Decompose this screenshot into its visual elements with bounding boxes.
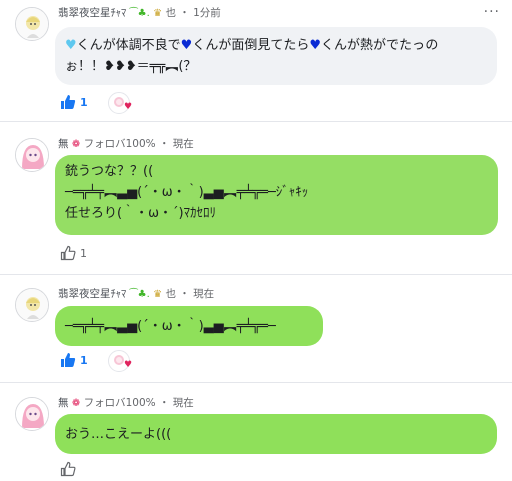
timestamp: 1分前 [193, 7, 221, 19]
crown-icon: ♛ [153, 289, 163, 300]
like-thumb-icon[interactable] [60, 94, 76, 110]
separator: ・ [158, 397, 170, 409]
text-segment: くんが面倒見てたら [192, 38, 310, 53]
comment-line-2: ぉ！！❥❥❥＝╤╦︻(？ [65, 59, 197, 74]
comment-3: 翡翠夜空星ﾁｬﾏ ⁀♣. ♛ 也 ・ 現在 ─═╦╧╤︻▃▅(´・ω・｀)▃▅︻… [0, 275, 512, 380]
author-suffix: フォロバ100% [83, 397, 156, 409]
like-thumb-icon[interactable] [60, 245, 76, 261]
avatar[interactable] [15, 397, 49, 431]
heart-reaction-icon: ♥ [124, 360, 133, 370]
flower-icon: ⁀♣. [129, 289, 150, 300]
comment-meta: 無 ❁ フォロバ100% ・ 現在 [58, 395, 194, 410]
comment-bubble: おう…こえーよ((( [55, 414, 497, 454]
comment-meta: 翡翠夜空星ﾁｬﾏ ⁀♣. ♛ 也 ・ 1分前 [58, 5, 221, 20]
like-thumb-icon[interactable] [60, 352, 76, 368]
avatar[interactable] [15, 138, 49, 172]
text-segment: くんが体調不良で [76, 38, 181, 53]
comment-1: 翡翠夜空星ﾁｬﾏ ⁀♣. ♛ 也 ・ 1分前 ··· ♥くんが体調不良で♥くんが… [0, 0, 512, 120]
comment-line-1: おう…こえーよ((( [65, 427, 172, 442]
comment-meta: 無 ❁ フォロバ100% ・ 現在 [58, 136, 194, 151]
flower-icon: ❁ [71, 398, 81, 409]
crown-icon: ♛ [153, 8, 163, 19]
author-suffix: フォロバ100% [83, 138, 156, 150]
more-options-icon[interactable]: ··· [484, 4, 500, 20]
author-name[interactable]: 翡翠夜空星ﾁｬﾏ [58, 288, 126, 300]
comment-line-2: ─═╦╧╤︻▃▅(´・ω・｀)▃▅︻╤╧╦═─ｼﾞｬｷｯ [65, 185, 309, 200]
comment-bubble: ─═╦╧╤︻▃▅(´・ω・｀)▃▅︻╤╧╦═─ [55, 306, 323, 346]
text-segment: くんが熱がでたっの [321, 38, 439, 53]
avatar[interactable] [15, 7, 49, 41]
like-count[interactable]: 1 [80, 96, 88, 109]
heart-icon: ♥ [65, 38, 77, 53]
like-count[interactable]: 1 [80, 247, 87, 260]
comment-bubble: 銃うつな？？(( ─═╦╧╤︻▃▅(´・ω・｀)▃▅︻╤╧╦═─ｼﾞｬｷｯ 任せ… [55, 155, 498, 235]
like-count[interactable]: 1 [80, 354, 88, 367]
heart-icon: ♥ [180, 38, 193, 53]
author-suffix: 也 [165, 288, 176, 300]
separator: ・ [179, 288, 190, 300]
flower-icon: ❁ [71, 139, 81, 150]
author-name[interactable]: 無 [58, 397, 69, 409]
heart-icon: ♥ [309, 38, 321, 53]
user-avatar-image [16, 289, 48, 321]
comment-4: 無 ❁ フォロバ100% ・ 現在 おう…こえーよ((( [0, 383, 512, 477]
comment-2: 無 ❁ フォロバ100% ・ 現在 銃うつな？？(( ─═╦╧╤︻▃▅(´・ω・… [0, 122, 512, 272]
timestamp: 現在 [172, 138, 194, 150]
comment-bubble: ♥くんが体調不良で♥くんが面倒見てたら♥くんが熱がでたっの ぉ！！❥❥❥＝╤╦︻… [55, 27, 497, 85]
comment-line-1: ─═╦╧╤︻▃▅(´・ω・｀)▃▅︻╤╧╦═─ [65, 319, 276, 334]
separator: ・ [158, 138, 170, 150]
comment-line-3: 任せろり(｀・ω・´)ﾏｶｾﾛﾘ [65, 206, 217, 221]
author-name[interactable]: 翡翠夜空星ﾁｬﾏ [58, 7, 126, 19]
timestamp: 現在 [193, 288, 215, 300]
comment-meta: 翡翠夜空星ﾁｬﾏ ⁀♣. ♛ 也 ・ 現在 [58, 286, 214, 301]
author-name[interactable]: 無 [58, 138, 69, 150]
user-avatar-image [16, 139, 48, 171]
user-avatar-image [16, 398, 48, 430]
comment-line-1: 銃うつな？？(( [65, 164, 154, 179]
flower-icon: ⁀♣. [129, 8, 150, 19]
comment-line-1: ♥くんが体調不良で♥くんが面倒見てたら♥くんが熱がでたっの [65, 35, 487, 56]
avatar[interactable] [15, 288, 49, 322]
heart-reaction-icon: ♥ [124, 102, 133, 112]
author-suffix: 也 [165, 7, 176, 19]
like-thumb-icon[interactable] [60, 461, 76, 477]
timestamp: 現在 [172, 397, 194, 409]
separator: ・ [179, 7, 190, 19]
user-avatar-image [16, 8, 48, 40]
